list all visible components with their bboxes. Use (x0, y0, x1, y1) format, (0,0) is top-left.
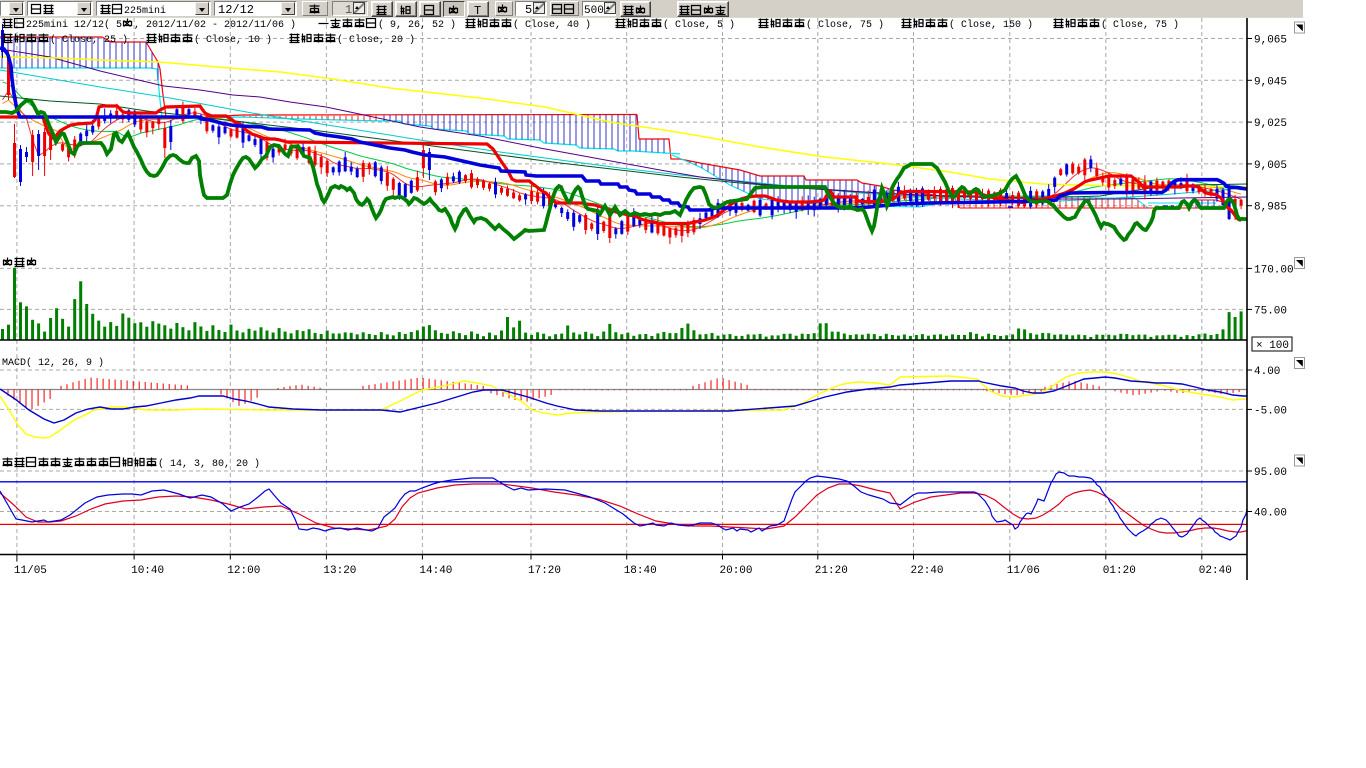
svg-text:9,005: 9,005 (1254, 160, 1287, 172)
svg-text:13:20: 13:20 (323, 565, 356, 577)
svg-text:40.00: 40.00 (1254, 508, 1287, 520)
svg-text:MACD( 12, 26, 9 ): MACD( 12, 26, 9 ) (2, 357, 104, 369)
svg-text:22:40: 22:40 (911, 565, 944, 577)
svg-text:( 14, 3, 80, 20 ): ( 14, 3, 80, 20 ) (158, 458, 260, 470)
svg-text:21:20: 21:20 (815, 565, 848, 577)
svg-text:( Close, 25 ): ( Close, 25 ) (50, 34, 128, 46)
svg-text:95.00: 95.00 (1254, 467, 1287, 479)
svg-text:( 9, 26, 52 ): ( 9, 26, 52 ) (378, 19, 456, 31)
svg-text:11/05: 11/05 (14, 565, 47, 577)
svg-text:5: 5 (525, 3, 532, 17)
svg-text:10:40: 10:40 (131, 565, 164, 577)
svg-text:T: T (474, 4, 481, 18)
svg-text:1: 1 (345, 3, 352, 17)
svg-text:( Close, 75 ): ( Close, 75 ) (806, 19, 884, 31)
svg-text:170.00: 170.00 (1254, 264, 1294, 276)
svg-text:4.00: 4.00 (1254, 366, 1280, 378)
svg-text:( Close, 10 ): ( Close, 10 ) (194, 34, 272, 46)
svg-text:18:40: 18:40 (624, 565, 657, 577)
svg-text:9,065: 9,065 (1254, 35, 1287, 47)
svg-text:17:20: 17:20 (528, 565, 561, 577)
svg-text:( Close, 5 ): ( Close, 5 ) (663, 19, 735, 31)
svg-text:9,045: 9,045 (1254, 76, 1287, 88)
svg-text:02:40: 02:40 (1199, 565, 1232, 577)
svg-text:( Close, 20 ): ( Close, 20 ) (337, 34, 415, 46)
svg-text:225mini: 225mini (124, 5, 166, 17)
svg-text:, 2012/11/02 - 2012/11/06 ): , 2012/11/02 - 2012/11/06 ) (134, 19, 296, 31)
svg-text:225mini 12/12( 5: 225mini 12/12( 5 (26, 19, 122, 31)
svg-text:-5.00: -5.00 (1254, 405, 1287, 417)
svg-text:9,025: 9,025 (1254, 118, 1287, 130)
svg-text:11/06: 11/06 (1007, 565, 1040, 577)
svg-text:8,985: 8,985 (1254, 202, 1287, 214)
svg-text:75.00: 75.00 (1254, 305, 1287, 317)
svg-text:× 100: × 100 (1256, 340, 1289, 352)
svg-text:12/12: 12/12 (218, 3, 254, 17)
svg-text:( Close, 75 ): ( Close, 75 ) (1101, 19, 1179, 31)
svg-text:20:00: 20:00 (720, 565, 753, 577)
svg-text:12:00: 12:00 (227, 565, 260, 577)
svg-text:500: 500 (584, 5, 604, 17)
svg-text:01:20: 01:20 (1103, 565, 1136, 577)
svg-text:14:40: 14:40 (419, 565, 452, 577)
svg-text:( Close, 150 ): ( Close, 150 ) (949, 19, 1033, 31)
svg-text:( Close, 40 ): ( Close, 40 ) (513, 19, 591, 31)
